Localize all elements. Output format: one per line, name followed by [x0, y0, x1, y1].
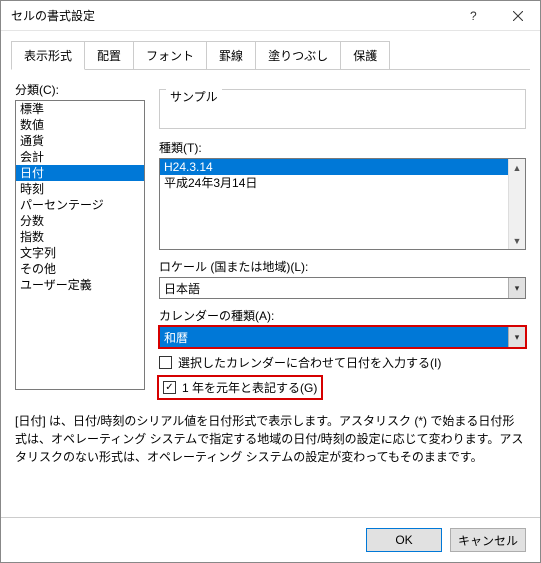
tab-font[interactable]: フォント — [133, 41, 207, 70]
list-item[interactable]: 分数 — [16, 213, 144, 229]
window-title: セルの書式設定 — [11, 7, 450, 24]
chevron-down-icon[interactable]: ▾ — [508, 278, 525, 298]
format-cells-dialog: セルの書式設定 ? 表示形式 配置 フォント 罫線 塗りつぶし 保護 分類(C)… — [0, 0, 541, 563]
list-item[interactable]: 文字列 — [16, 245, 144, 261]
locale-select[interactable]: 日本語 ▾ — [159, 277, 526, 299]
dialog-body: 分類(C): 標準 数値 通貨 会計 日付 時刻 パーセンテージ 分数 指数 文… — [1, 71, 540, 517]
help-button[interactable]: ? — [450, 1, 495, 31]
tab-fill[interactable]: 塗りつぶし — [255, 41, 341, 70]
match-calendar-checkbox-row[interactable]: 選択したカレンダーに合わせて日付を入力する(I) — [159, 354, 526, 371]
list-item[interactable]: H24.3.14 — [160, 159, 525, 175]
description-text: [日付] は、日付/時刻のシリアル値を日付形式で表示します。アスタリスク (*)… — [15, 412, 526, 466]
gannen-checkbox-row[interactable]: ✓ 1 年を元年と表記する(G) — [159, 377, 321, 398]
list-item[interactable]: ユーザー定義 — [16, 277, 144, 293]
list-item[interactable]: 日付 — [16, 165, 144, 181]
calendar-select[interactable]: 和暦 ▾ — [159, 326, 526, 348]
checkbox-icon[interactable]: ✓ — [163, 381, 176, 394]
list-item[interactable]: 数値 — [16, 117, 144, 133]
tab-alignment[interactable]: 配置 — [84, 41, 134, 70]
match-calendar-label: 選択したカレンダーに合わせて日付を入力する(I) — [178, 354, 441, 371]
checkbox-icon[interactable] — [159, 356, 172, 369]
scrollbar[interactable]: ▲ ▼ — [508, 159, 525, 249]
chevron-down-icon[interactable]: ▾ — [508, 327, 525, 347]
tab-number-format[interactable]: 表示形式 — [11, 41, 85, 70]
footer: OK キャンセル — [1, 517, 540, 562]
tab-border[interactable]: 罫線 — [206, 41, 256, 70]
ok-button[interactable]: OK — [366, 528, 442, 552]
tab-protection[interactable]: 保護 — [340, 41, 390, 70]
sample-legend: サンプル — [166, 88, 222, 105]
list-item[interactable]: 指数 — [16, 229, 144, 245]
list-item[interactable]: 会計 — [16, 149, 144, 165]
locale-value: 日本語 — [160, 280, 508, 297]
list-item[interactable]: 標準 — [16, 101, 144, 117]
locale-label: ロケール (国または地域)(L): — [159, 258, 526, 275]
list-item[interactable]: パーセンテージ — [16, 197, 144, 213]
scroll-down-icon[interactable]: ▼ — [509, 232, 526, 249]
calendar-value: 和暦 — [160, 329, 508, 346]
titlebar: セルの書式設定 ? — [1, 1, 540, 31]
close-button[interactable] — [495, 1, 540, 31]
list-item[interactable]: 平成24年3月14日 — [160, 175, 525, 191]
calendar-label: カレンダーの種類(A): — [159, 307, 526, 324]
list-item[interactable]: 通貨 — [16, 133, 144, 149]
cancel-button[interactable]: キャンセル — [450, 528, 526, 552]
type-label: 種類(T): — [159, 139, 526, 156]
scroll-up-icon[interactable]: ▲ — [509, 159, 526, 176]
type-listbox[interactable]: H24.3.14 平成24年3月14日 ▲ ▼ — [159, 158, 526, 250]
category-label: 分類(C): — [15, 81, 145, 98]
list-item[interactable]: 時刻 — [16, 181, 144, 197]
sample-box: サンプル — [159, 89, 526, 129]
list-item[interactable]: その他 — [16, 261, 144, 277]
svg-text:?: ? — [470, 9, 477, 23]
tab-strip: 表示形式 配置 フォント 罫線 塗りつぶし 保護 — [1, 31, 540, 70]
category-listbox[interactable]: 標準 数値 通貨 会計 日付 時刻 パーセンテージ 分数 指数 文字列 その他 … — [15, 100, 145, 390]
gannen-label: 1 年を元年と表記する(G) — [182, 379, 317, 396]
